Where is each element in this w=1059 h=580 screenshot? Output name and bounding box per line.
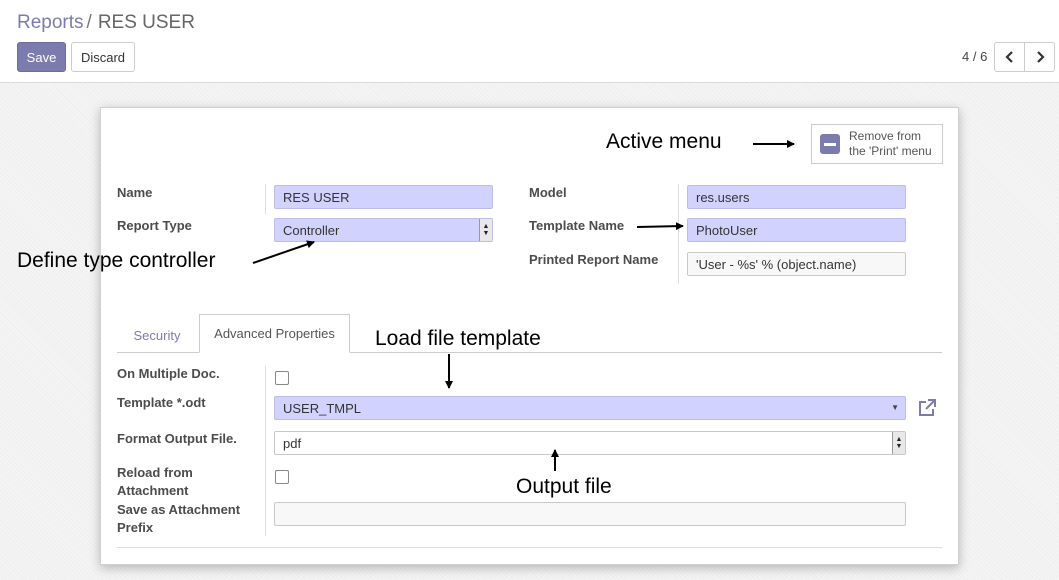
tab-security[interactable]: Security	[117, 320, 197, 350]
name-field-value: RES USER	[283, 189, 350, 205]
annotation-active-menu: Active menu	[606, 130, 722, 153]
pager-next-button[interactable]	[1024, 42, 1055, 72]
format-output-label: Format Output File.	[117, 431, 237, 446]
breadcrumb-reports-link[interactable]: Reports	[17, 12, 84, 33]
attachment-prefix-field[interactable]	[274, 502, 906, 526]
external-link-icon[interactable]	[917, 398, 937, 418]
reload-attachment-label-line2: Attachment	[117, 483, 189, 498]
breadcrumb-separator: /	[86, 12, 92, 33]
on-multiple-doc-label: On Multiple Doc.	[117, 366, 220, 381]
label-separator-left	[265, 184, 266, 214]
template-odt-label: Template *.odt	[117, 395, 206, 410]
breadcrumb: Reports / RES USER	[17, 12, 195, 34]
remove-from-print-menu-button[interactable]: Remove from the 'Print' menu	[811, 124, 943, 164]
annotation-define-type: Define type controller	[17, 249, 216, 272]
chevron-right-icon	[1036, 51, 1045, 63]
on-multiple-doc-checkbox[interactable]	[275, 371, 289, 385]
format-output-value: pdf	[283, 435, 302, 451]
annotation-load-template: Load file template	[375, 327, 541, 350]
printed-report-name-value: 'User - %s' % (object.name)	[696, 256, 857, 272]
pager-value: 4 / 6	[962, 49, 988, 64]
smart-button-line1: Remove from	[849, 129, 922, 143]
template-odt-field[interactable]: USER_TMPL ▼	[274, 396, 906, 420]
model-label: Model	[529, 185, 567, 200]
select-arrow-icon: ▲ ▼	[479, 219, 492, 241]
save-button[interactable]: Save	[17, 42, 66, 72]
chevron-left-icon	[1004, 51, 1013, 63]
select-arrow-icon: ▲ ▼	[892, 432, 905, 454]
report-type-label: Report Type	[117, 218, 192, 233]
report-type-value: Controller	[283, 222, 340, 238]
tab-advanced-properties[interactable]: Advanced Properties	[199, 314, 350, 353]
remove-icon	[820, 134, 840, 154]
model-field[interactable]: res.users	[687, 185, 906, 209]
form-bottom-divider	[117, 547, 942, 548]
control-panel: Reports / RES USER Save Discard 4 / 6	[0, 0, 1059, 83]
template-name-label: Template Name	[529, 218, 625, 233]
name-label: Name	[117, 185, 153, 200]
advanced-label-separator	[265, 366, 266, 536]
breadcrumb-current: RES USER	[97, 12, 195, 33]
dropdown-caret-icon: ▼	[891, 403, 899, 412]
attachment-prefix-label-line2: Prefix	[117, 520, 154, 535]
reload-attachment-checkbox[interactable]	[275, 470, 289, 484]
model-field-value: res.users	[696, 189, 750, 205]
label-separator-right	[678, 184, 679, 284]
format-output-select[interactable]: pdf ▲ ▼	[274, 431, 906, 455]
printed-report-name-label: Printed Report Name	[529, 252, 659, 267]
template-name-value: PhotoUser	[696, 222, 758, 238]
pager-previous-button[interactable]	[994, 42, 1025, 72]
printed-report-name-field[interactable]: 'User - %s' % (object.name)	[687, 252, 906, 276]
name-field[interactable]: RES USER	[274, 185, 493, 209]
template-name-field[interactable]: PhotoUser	[687, 218, 906, 242]
smart-button-line2: the 'Print' menu	[849, 144, 932, 158]
template-odt-value: USER_TMPL	[283, 400, 362, 416]
smart-button-label: Remove from the 'Print' menu	[849, 129, 932, 159]
discard-button[interactable]: Discard	[71, 42, 135, 72]
reload-attachment-label-line1: Reload from	[117, 465, 193, 480]
annotation-output-file: Output file	[516, 475, 612, 498]
attachment-prefix-label-line1: Save as Attachment	[117, 502, 241, 517]
report-type-select[interactable]: Controller ▲ ▼	[274, 218, 493, 242]
